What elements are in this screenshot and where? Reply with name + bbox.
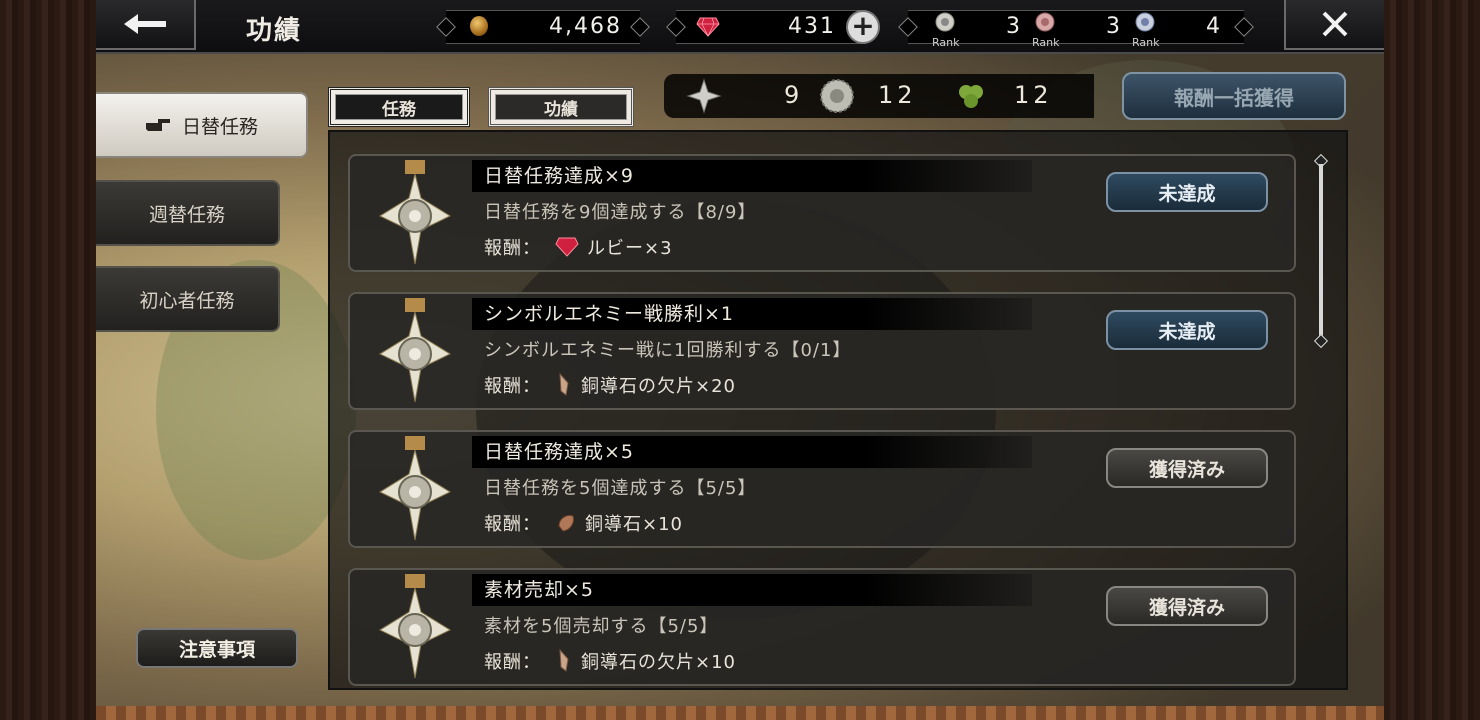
medal-icon <box>378 298 452 403</box>
mission-status-button[interactable]: 獲得済み <box>1106 586 1268 626</box>
rank-rose-icon: Rank <box>1030 11 1070 49</box>
mission-title: シンボルエネミー戦勝利×1 <box>472 298 1032 330</box>
rank-value-1: 3 <box>1006 14 1020 39</box>
mission-status-button[interactable]: 獲得済み <box>1106 448 1268 488</box>
sidebar-tab-beginner[interactable]: 初心者任務 <box>96 266 280 332</box>
mission-reward: 報酬： 銅導石の欠片×10 <box>484 648 736 674</box>
mission-description: 日替任務を9個達成する【8/9】 <box>484 202 757 223</box>
copper-shard-icon <box>555 373 573 397</box>
medal-badge-icon <box>820 79 854 113</box>
rank-value-2: 3 <box>1106 14 1120 39</box>
mission-item: 日替任務達成×9 日替任務を9個達成する【8/9】 報酬： ルビー×3 未達成 <box>348 154 1296 272</box>
sidebar-tab-label: 日替任務 <box>181 115 258 138</box>
mission-reward: 報酬： 銅導石の欠片×20 <box>484 372 736 398</box>
mission-title: 日替任務達成×5 <box>472 436 1032 468</box>
tab-label: 功績 <box>495 94 627 120</box>
sidebar-tab-daily[interactable]: 日替任務 <box>96 92 308 158</box>
scroll-thumb[interactable] <box>1319 164 1323 340</box>
sidebar-tab-label: 週替任務 <box>148 203 225 226</box>
mission-description: シンボルエネミー戦に1回勝利する【0/1】 <box>484 340 852 361</box>
copper-stone-icon <box>555 512 577 534</box>
clover-icon <box>959 85 983 108</box>
close-icon <box>1322 11 1348 37</box>
gold-coin-icon <box>470 16 488 36</box>
mission-description: 日替任務を5個達成する【5/5】 <box>484 478 757 499</box>
add-ruby-button[interactable]: + <box>846 10 880 44</box>
scrollbar[interactable] <box>1313 153 1329 349</box>
mission-item: シンボルエネミー戦勝利×1 シンボルエネミー戦に1回勝利する【0/1】 報酬： … <box>348 292 1296 410</box>
medal-icon <box>378 574 452 679</box>
star-count: 9 <box>784 81 804 109</box>
mission-item: 日替任務達成×5 日替任務を5個達成する【5/5】 報酬： 銅導石×10 獲得済… <box>348 430 1296 548</box>
tab-merits[interactable]: 功績 <box>488 87 634 127</box>
left-wood-border <box>0 0 96 720</box>
right-wood-border <box>1384 0 1480 720</box>
back-button[interactable] <box>96 0 196 50</box>
mission-description: 素材を5個売却する【5/5】 <box>484 616 719 637</box>
star-badge-icon <box>686 78 722 114</box>
pointing-hand-icon <box>145 119 170 131</box>
mission-reward: 報酬： ルビー×3 <box>484 237 673 259</box>
back-arrow-icon <box>124 14 166 34</box>
close-button[interactable] <box>1284 0 1384 50</box>
tab-label: 任務 <box>335 94 463 120</box>
mission-status-button[interactable]: 未達成 <box>1106 310 1268 350</box>
sidebar-tab-label: 初心者任務 <box>139 289 235 312</box>
medal-icon <box>378 436 452 541</box>
rank-blue-icon: Rank <box>1130 11 1170 49</box>
rank-counters: Rank 3 Rank 3 Rank 4 <box>898 10 1254 49</box>
claim-all-rewards-button[interactable]: 報酬一括獲得 <box>1122 72 1346 120</box>
top-bar: 功績 4,468 431 + Rank 3 Rank 3 Rank 4 <box>96 0 1384 54</box>
clover-count: 12 <box>1014 81 1053 109</box>
medal-count: 12 <box>878 81 917 109</box>
mission-title: 素材売却×5 <box>472 574 1032 606</box>
mission-status-button[interactable]: 未達成 <box>1106 172 1268 212</box>
gold-counter: 4,468 <box>436 10 650 44</box>
page-title: 功績 <box>246 16 303 46</box>
tab-missions[interactable]: 任務 <box>328 87 470 127</box>
copper-shard-icon <box>555 649 573 673</box>
ruby-counter: 431 <box>666 10 866 44</box>
rank-value-3: 4 <box>1206 14 1220 39</box>
mission-list-panel: 日替任務達成×9 日替任務を9個達成する【8/9】 報酬： ルビー×3 未達成 … <box>328 130 1348 690</box>
medal-icon <box>378 160 452 265</box>
sidebar-tab-weekly[interactable]: 週替任務 <box>96 180 280 246</box>
mission-item: 素材売却×5 素材を5個売却する【5/5】 報酬： 銅導石の欠片×10 獲得済み <box>348 568 1296 686</box>
mission-reward: 報酬： 銅導石×10 <box>484 512 683 535</box>
ruby-icon <box>696 17 720 37</box>
reward-summary: 9 12 12 <box>664 74 1094 118</box>
mission-title: 日替任務達成×9 <box>472 160 1032 192</box>
ruby-icon <box>555 237 579 257</box>
bottom-border <box>96 706 1384 720</box>
rank-silver-icon: Rank <box>930 11 970 49</box>
notice-button[interactable]: 注意事項 <box>136 628 298 668</box>
